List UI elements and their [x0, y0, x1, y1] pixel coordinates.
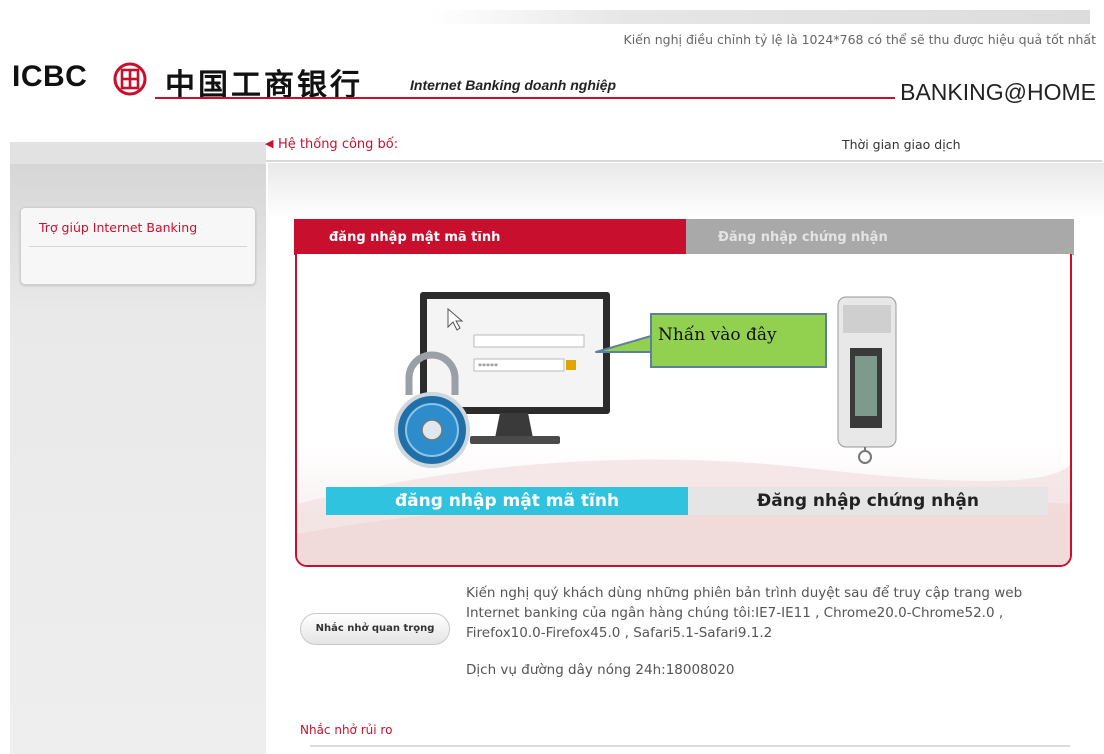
- resolution-hint: Kiến nghị điều chỉnh tỷ lệ là 1024*768 c…: [623, 32, 1097, 47]
- brand-tagline: BANKING@HOME: [900, 79, 1096, 105]
- browser-note: Kiến nghị quý khách dùng những phiên bản…: [466, 585, 1023, 641]
- tab-static-password[interactable]: đăng nhập mật mã tĩnh: [294, 219, 686, 255]
- tab-certificate[interactable]: Đăng nhập chứng nhận: [686, 219, 1074, 255]
- icbc-emblem-icon: [113, 62, 147, 96]
- static-password-login-button[interactable]: đăng nhập mật mã tĩnh: [326, 487, 688, 515]
- transaction-time-label: Thời gian giao dịch: [842, 137, 961, 152]
- panel-swoosh: [297, 459, 1070, 565]
- header-divider: [155, 97, 895, 99]
- speaker-icon: ◀: [265, 137, 274, 150]
- icbc-logo-text: ICBC: [12, 60, 88, 93]
- announcement-bar-left: [10, 142, 266, 164]
- announcement-divider: [266, 160, 1102, 162]
- important-reminder-badge: Nhắc nhở quan trọng: [300, 613, 450, 645]
- certificate-login-button[interactable]: Đăng nhập chứng nhận: [688, 487, 1048, 515]
- help-box: Trợ giúp Internet Banking: [20, 207, 256, 285]
- hotline-text: Dịch vụ đường dây nóng 24h:18008020: [466, 662, 735, 678]
- help-link[interactable]: Trợ giúp Internet Banking: [39, 220, 197, 235]
- main-top-gradient: [268, 163, 1104, 218]
- risk-reminder-title: Nhắc nhở rủi ro: [300, 723, 393, 737]
- announcement-label: Hệ thống công bố:: [278, 137, 399, 152]
- login-panel: [295, 254, 1072, 567]
- help-divider: [29, 246, 247, 247]
- bottom-divider: [310, 745, 1070, 747]
- product-name: Internet Banking doanh nghiệp: [410, 77, 617, 93]
- header-top-strip: [430, 10, 1090, 24]
- click-here-callout: Nhấn vào đây: [650, 313, 827, 368]
